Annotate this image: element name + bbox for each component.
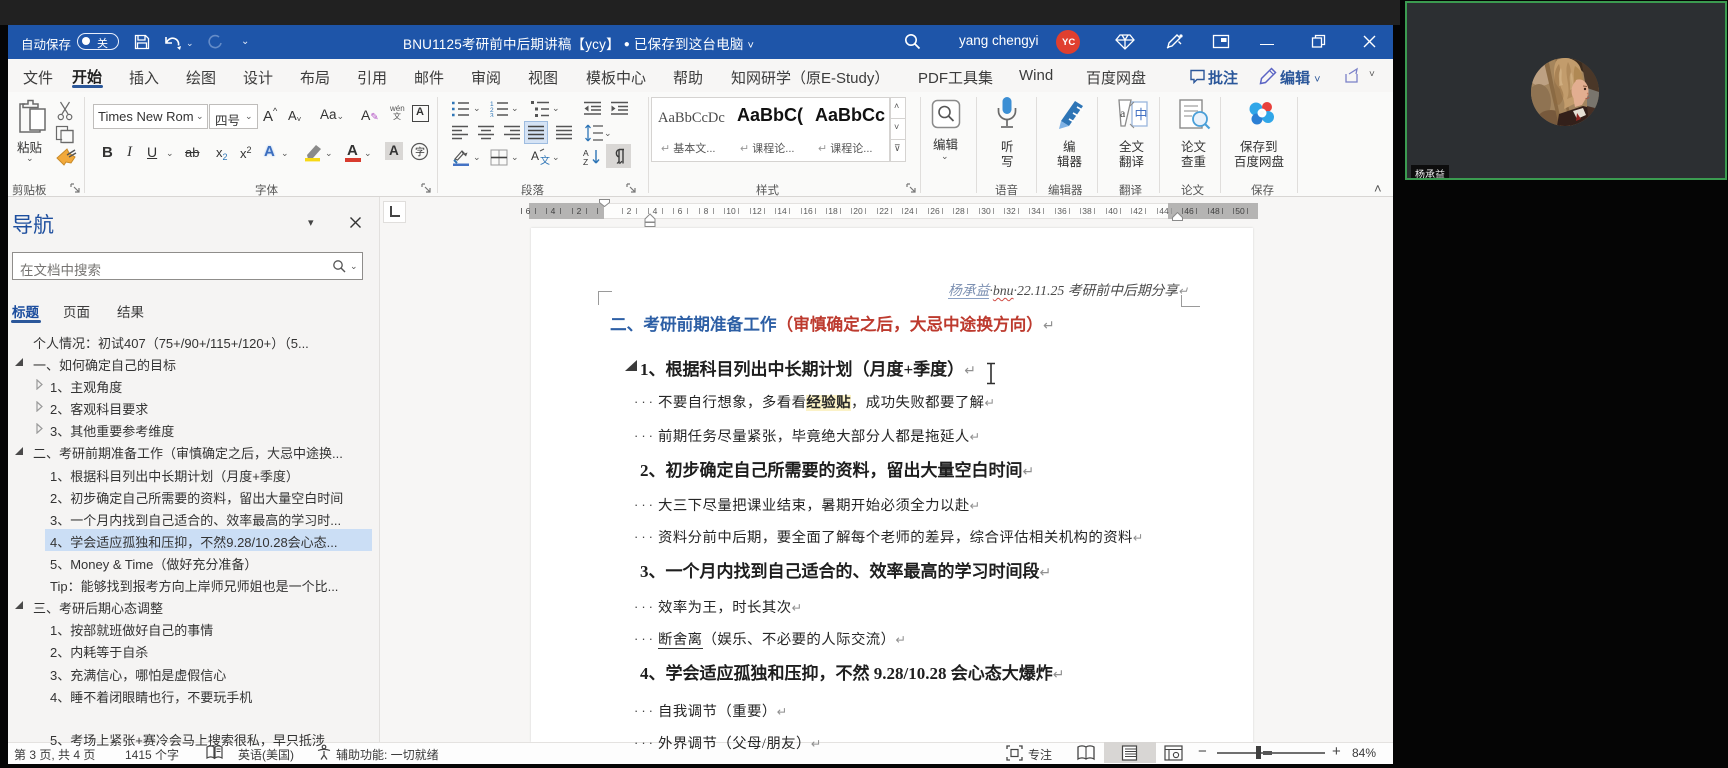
svg-text:中: 中 [1135,107,1148,122]
svg-text:3: 3 [490,113,494,118]
svg-text:Z: Z [583,157,588,166]
svg-text:a: a [1120,106,1126,120]
svg-text:字: 字 [415,146,425,159]
svg-text:文: 文 [540,154,550,166]
svg-text:A: A [531,149,539,163]
